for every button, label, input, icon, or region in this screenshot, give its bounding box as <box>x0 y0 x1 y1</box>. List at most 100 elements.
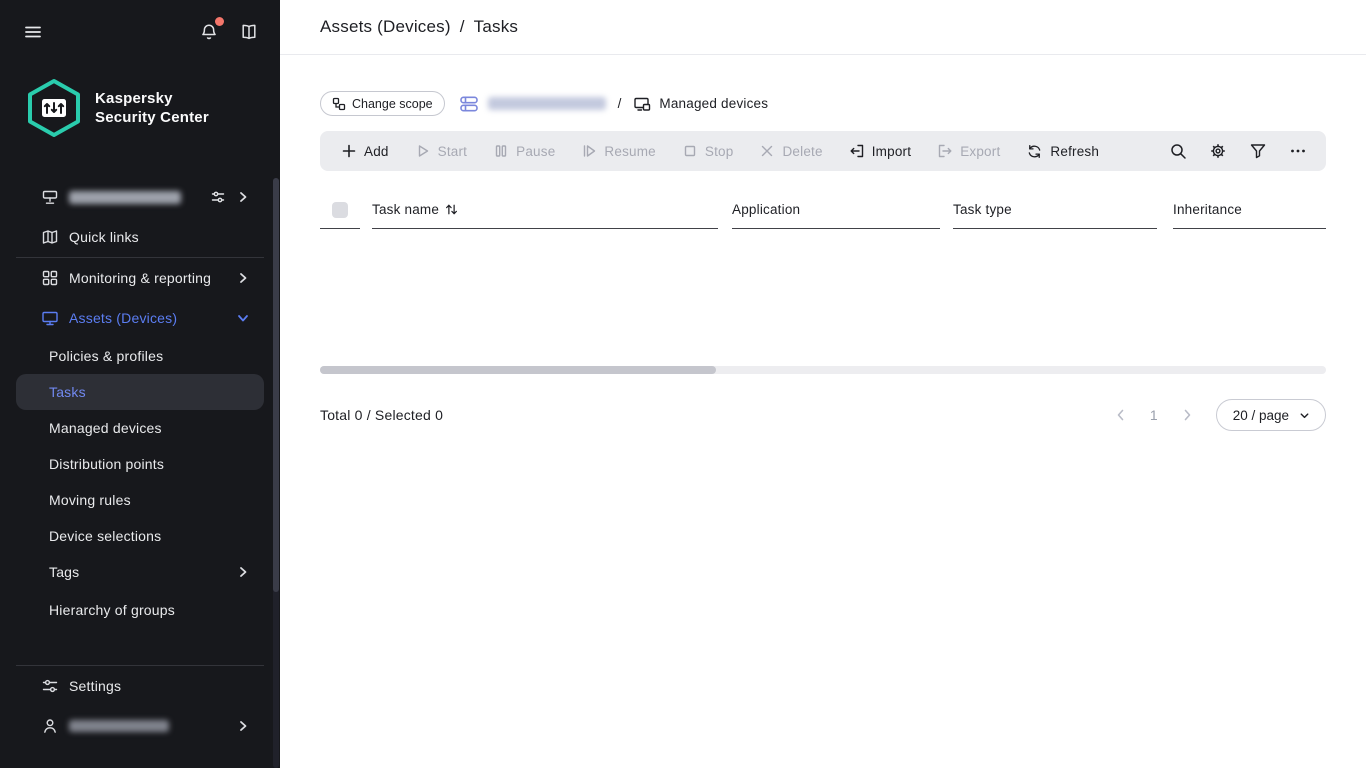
server-stack-icon <box>459 94 479 114</box>
sidebar-scrollbar-track[interactable] <box>273 178 279 768</box>
tasks-toolbar: Add Start Pause Resume Stop Delete <box>320 131 1326 171</box>
sidebar-item-settings[interactable]: Settings <box>16 666 264 706</box>
sidebar-item-label: Hierarchy of groups <box>49 602 175 618</box>
sidebar-item-assets-devices[interactable]: Assets (Devices) <box>16 298 264 338</box>
gear-icon[interactable] <box>1198 131 1238 171</box>
previous-page-icon[interactable] <box>1113 407 1129 423</box>
redacted-server-name[interactable] <box>488 97 606 110</box>
page-header: Assets (Devices) / Tasks <box>280 0 1366 55</box>
refresh-button[interactable]: Refresh <box>1013 131 1112 171</box>
export-icon <box>937 143 953 159</box>
breadcrumb-separator: / <box>460 17 465 37</box>
chevron-right-icon <box>236 719 250 733</box>
x-icon <box>759 143 775 159</box>
sidebar-item-label: Distribution points <box>49 456 164 472</box>
change-scope-button[interactable]: Change scope <box>320 91 445 116</box>
sidebar-item-label: Tags <box>49 564 79 580</box>
sliders-icon <box>41 677 59 695</box>
page-size-select[interactable]: 20 / page <box>1216 399 1326 431</box>
scope-breadcrumb: / Managed devices <box>459 94 769 114</box>
plus-icon <box>341 143 357 159</box>
sidebar-item-managed-devices[interactable]: Managed devices <box>16 410 264 446</box>
sidebar-item-tasks[interactable]: Tasks <box>16 374 264 410</box>
delete-task-button: Delete <box>746 131 835 171</box>
chevron-right-icon[interactable] <box>236 190 250 204</box>
sidebar-item-policies-profiles[interactable]: Policies & profiles <box>16 338 264 374</box>
refresh-icon <box>1026 143 1043 160</box>
managed-devices-icon <box>633 95 651 113</box>
sidebar-item-tags[interactable]: Tags <box>16 554 264 590</box>
import-icon <box>849 143 865 159</box>
hamburger-menu-icon[interactable] <box>20 19 46 45</box>
sidebar-item-moving-rules[interactable]: Moving rules <box>16 482 264 518</box>
sidebar-item-label: Tasks <box>49 384 86 400</box>
selection-summary: Total 0 / Selected 0 <box>320 407 443 423</box>
resume-icon <box>581 143 597 159</box>
sidebar-item-hierarchy-of-groups[interactable]: Hierarchy of groups <box>16 592 264 628</box>
sidebar-item-label: Policies & profiles <box>49 348 163 364</box>
kaspersky-hexagon-logo-icon <box>26 78 82 138</box>
filter-icon[interactable] <box>1238 131 1278 171</box>
table-footer: Total 0 / Selected 0 1 20 / page <box>320 399 1326 431</box>
server-properties-icon[interactable] <box>210 189 226 205</box>
redacted-username <box>69 720 169 732</box>
page-size-value: 20 / page <box>1233 408 1289 423</box>
more-options-icon[interactable] <box>1278 131 1318 171</box>
page-title: Assets (Devices) / Tasks <box>320 17 518 37</box>
horizontal-scrollbar-thumb[interactable] <box>320 366 716 374</box>
horizontal-scrollbar-track[interactable] <box>320 366 1326 374</box>
table-header-row: Task name Application Task type Inherita… <box>320 191 1326 229</box>
column-header-task-name[interactable]: Task name <box>372 191 718 229</box>
column-header-application[interactable]: Application <box>732 191 940 229</box>
scope-separator: / <box>618 96 622 111</box>
notifications-bell-icon[interactable] <box>196 19 222 45</box>
start-task-button: Start <box>402 131 481 171</box>
app-logo: Kaspersky Security Center <box>26 78 280 138</box>
toolbar-icon-group <box>1158 131 1318 171</box>
sidebar-item-label: Quick links <box>69 229 139 245</box>
sidebar-item-label: Settings <box>69 678 121 694</box>
sidebar-item-label: Device selections <box>49 528 161 544</box>
column-header-task-type[interactable]: Task type <box>953 191 1157 229</box>
column-header-inheritance[interactable]: Inheritance <box>1173 191 1326 229</box>
brand-name: Kaspersky Security Center <box>95 89 209 127</box>
sidebar-item-label: Moving rules <box>49 492 131 508</box>
sidebar-item-device-selections[interactable]: Device selections <box>16 518 264 554</box>
map-icon <box>41 228 59 246</box>
chevron-down-icon <box>1298 409 1311 422</box>
import-button[interactable]: Import <box>836 131 924 171</box>
sidebar-item-quick-links[interactable]: Quick links <box>16 217 264 257</box>
stop-icon <box>682 143 698 159</box>
stop-task-button: Stop <box>669 131 747 171</box>
sort-icon[interactable] <box>444 202 459 217</box>
export-button: Export <box>924 131 1013 171</box>
notification-dot <box>215 17 224 26</box>
current-page-number[interactable]: 1 <box>1150 407 1158 423</box>
sidebar-item-server[interactable] <box>16 177 264 217</box>
sidebar-top-bar <box>0 0 280 64</box>
chevron-right-icon <box>236 565 250 579</box>
add-task-button[interactable]: Add <box>328 131 402 171</box>
main-panel: Assets (Devices) / Tasks Change scope / … <box>280 0 1366 768</box>
pause-task-button: Pause <box>480 131 568 171</box>
sidebar-item-label: Monitoring & reporting <box>69 270 211 286</box>
sidebar-scrollbar-thumb[interactable] <box>273 178 279 592</box>
search-icon[interactable] <box>1158 131 1198 171</box>
next-page-icon[interactable] <box>1179 407 1195 423</box>
pagination: 1 20 / page <box>1113 399 1326 431</box>
monitor-icon <box>41 309 59 327</box>
scope-target-label[interactable]: Managed devices <box>659 96 768 111</box>
chevron-right-icon <box>236 271 250 285</box>
grid-icon <box>41 269 59 287</box>
sidebar-bottom: Settings <box>0 665 280 746</box>
select-all-checkbox[interactable] <box>332 202 348 218</box>
sidebar-item-label: Assets (Devices) <box>69 310 177 326</box>
sidebar-item-distribution-points[interactable]: Distribution points <box>16 446 264 482</box>
sidebar-item-user-account[interactable] <box>16 706 264 746</box>
chevron-down-icon <box>236 311 250 325</box>
change-scope-label: Change scope <box>352 97 433 111</box>
help-book-icon[interactable] <box>236 19 262 45</box>
sidebar-item-monitoring-reporting[interactable]: Monitoring & reporting <box>16 258 264 298</box>
server-icon <box>41 188 59 206</box>
resume-task-button: Resume <box>568 131 668 171</box>
